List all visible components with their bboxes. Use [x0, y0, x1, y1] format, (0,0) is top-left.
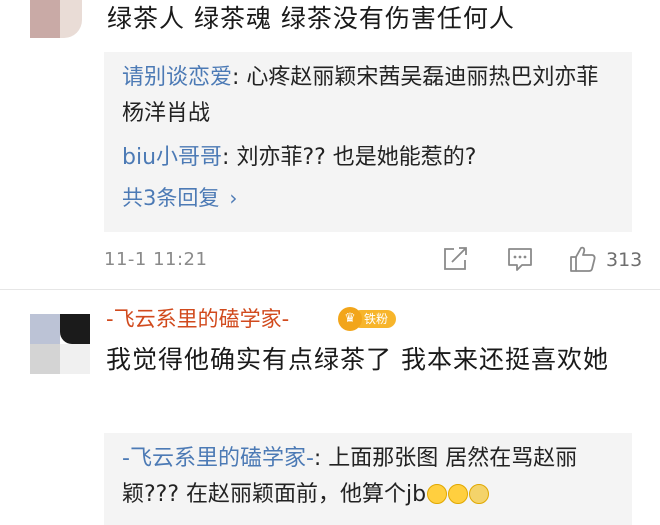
- reply-separator: :: [232, 65, 247, 90]
- reply-text: 刘亦菲?? 也是她能惹的?: [236, 145, 477, 170]
- comment-icon: [508, 248, 532, 271]
- reply-item[interactable]: -飞云系里的磕学家-: 上面那张图 居然在骂赵丽颖??? 在赵丽颖面前，他算个j…: [122, 441, 627, 513]
- avatar-image-part: [60, 0, 82, 38]
- sweat-smile-emoji-icon: [427, 484, 448, 504]
- reply-item[interactable]: biu小哥哥: 刘亦菲?? 也是她能惹的?: [122, 140, 476, 176]
- like-count: 313: [606, 249, 643, 271]
- reply-item[interactable]: 请别谈恋爱: 心疼赵丽颖宋茜吴磊迪丽热巴刘亦菲杨洋肖战: [122, 60, 612, 132]
- avatar[interactable]: [30, 0, 82, 38]
- comment-username[interactable]: -飞云系里的磕学家-: [106, 302, 289, 336]
- share-button[interactable]: [440, 244, 470, 274]
- share-icon: [444, 247, 467, 270]
- comment-text: 绿茶人 绿茶魂 绿茶没有伤害任何人: [107, 4, 515, 33]
- sweat-smile-emoji-icon: [448, 484, 469, 504]
- fan-badge[interactable]: 铁粉 ♛: [338, 307, 396, 331]
- more-replies-label: 共3条回复: [122, 186, 220, 210]
- reply-username[interactable]: biu小哥哥: [122, 145, 222, 170]
- avatar-image-part: [30, 344, 60, 374]
- reply-thread: -飞云系里的磕学家-: 上面那张图 居然在骂赵丽颖??? 在赵丽颖面前，他算个j…: [104, 433, 632, 525]
- avatar[interactable]: [30, 314, 90, 374]
- avatar-image-part: [30, 0, 60, 38]
- view-more-replies-link[interactable]: 共3条回复 ›: [122, 180, 237, 216]
- comment-timestamp: 11-1 11:21: [104, 249, 208, 270]
- reply-username[interactable]: 请别谈恋爱: [122, 65, 232, 90]
- comment-text: 我觉得他确实有点绿茶了 我本来还挺喜欢她: [106, 345, 609, 374]
- comment-divider: [0, 289, 660, 290]
- thumbs-up-icon: [570, 246, 596, 272]
- avatar-image-part: [60, 344, 90, 374]
- avatar-image-part: [60, 314, 90, 344]
- reply-separator: :: [313, 446, 329, 471]
- avatar-image-part: [30, 314, 60, 344]
- reply-username[interactable]: -飞云系里的磕学家-: [122, 446, 314, 471]
- sweat-smile-emoji-icon: [469, 484, 490, 504]
- chevron-right-icon: ›: [229, 186, 238, 210]
- crown-icon: ♛: [338, 307, 362, 331]
- reply-separator: :: [222, 145, 237, 170]
- reply-thread: 请别谈恋爱: 心疼赵丽颖宋茜吴磊迪丽热巴刘亦菲杨洋肖战 biu小哥哥: 刘亦菲?…: [104, 52, 632, 232]
- like-button[interactable]: [568, 244, 598, 274]
- comment-button[interactable]: [505, 244, 535, 274]
